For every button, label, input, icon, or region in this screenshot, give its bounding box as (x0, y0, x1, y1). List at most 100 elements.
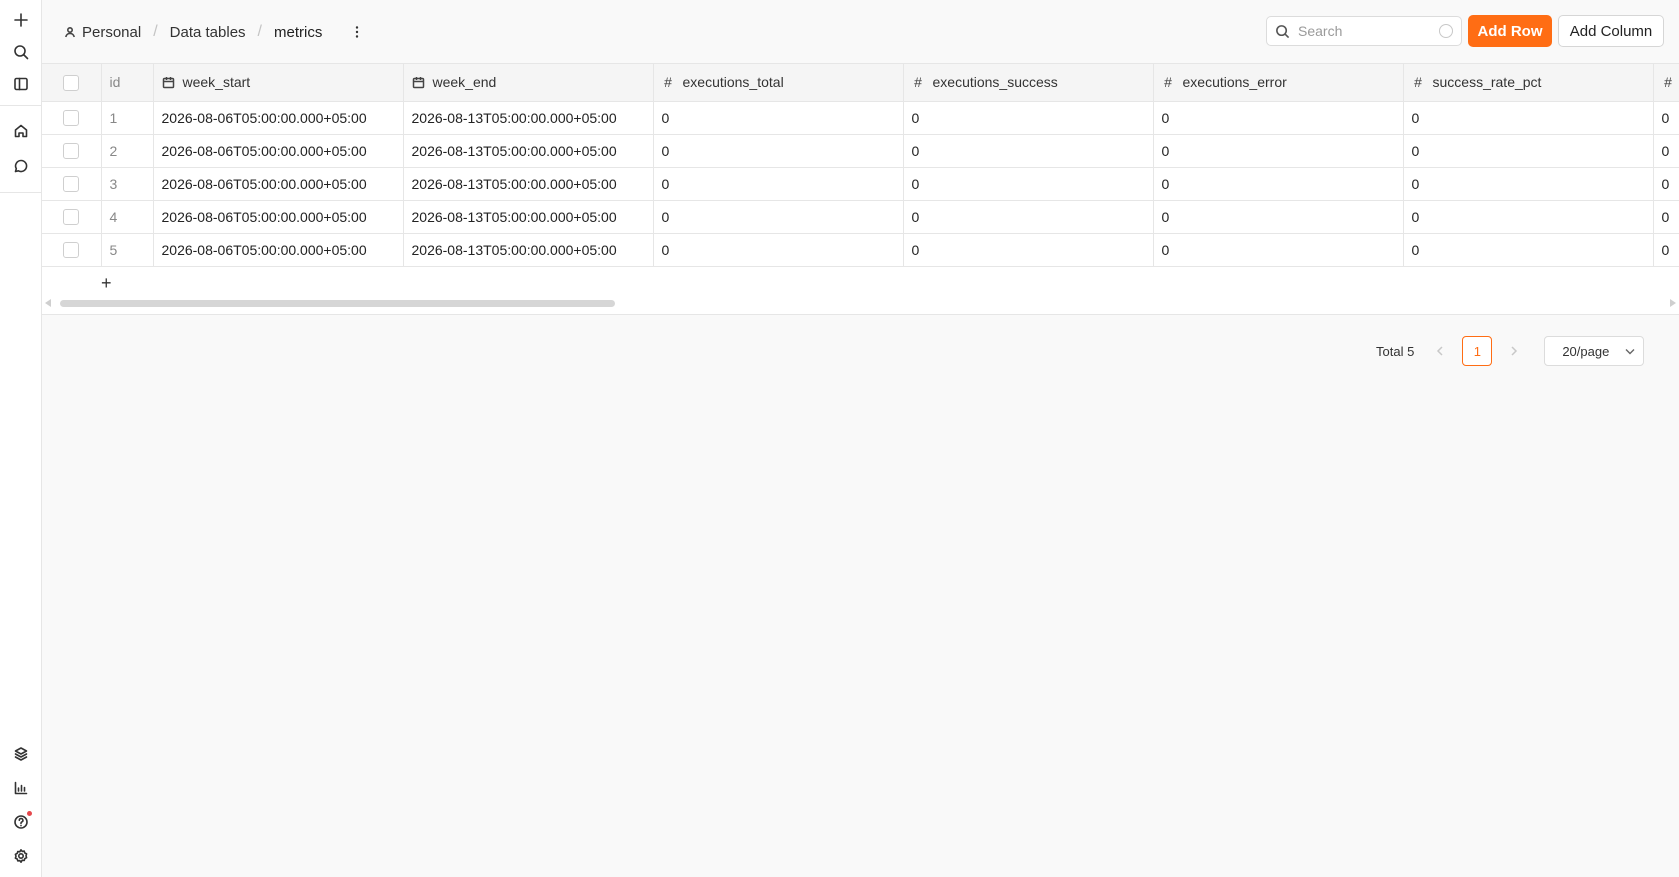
cell-extra[interactable]: 0 (1653, 167, 1679, 201)
column-header-executions-error[interactable]: # executions_error (1153, 64, 1404, 102)
cell-executions-success[interactable]: 0 (903, 233, 1154, 267)
cell-extra[interactable]: 0 (1653, 200, 1679, 234)
cell-week-start[interactable]: 2026-08-06T05:00:00.000+05:00 (153, 101, 404, 135)
column-header-week-end[interactable]: week_end (403, 64, 654, 102)
hash-icon: # (1164, 74, 1172, 91)
scroll-right-icon[interactable] (1670, 299, 1676, 307)
cell-extra[interactable]: 0 (1653, 134, 1679, 168)
sidebar-toggle-icon[interactable] (7, 70, 35, 98)
next-page-button[interactable] (1504, 341, 1524, 361)
cell-executions-total[interactable]: 0 (653, 200, 904, 234)
cell-executions-error[interactable]: 0 (1153, 101, 1404, 135)
cell-executions-total[interactable]: 0 (653, 233, 904, 267)
column-header-executions-total[interactable]: # executions_total (653, 64, 904, 102)
cell-executions-success[interactable]: 0 (903, 101, 1154, 135)
row-select-cell (42, 134, 102, 168)
page-number-current[interactable]: 1 (1462, 336, 1493, 366)
table-row[interactable]: 1 2026-08-06T05:00:00.000+05:00 2026-08-13… (42, 101, 1679, 135)
cell-id[interactable]: 4 (101, 200, 154, 234)
templates-icon[interactable] (7, 740, 35, 768)
cell-week-end[interactable]: 2026-08-13T05:00:00.000+05:00 (403, 101, 654, 135)
select-all-checkbox[interactable] (63, 74, 80, 91)
cell-week-end[interactable]: 2026-08-13T05:00:00.000+05:00 (403, 167, 654, 201)
row-checkbox[interactable] (63, 209, 80, 226)
breadcrumb-data-tables[interactable]: Data tables (170, 24, 246, 41)
hash-icon: # (1664, 74, 1672, 91)
cell-id[interactable]: 1 (101, 101, 154, 135)
cell-id[interactable]: 2 (101, 134, 154, 168)
cell-week-start[interactable]: 2026-08-06T05:00:00.000+05:00 (153, 233, 404, 267)
home-icon[interactable] (7, 117, 35, 145)
page-size-label: 20/page (1562, 343, 1610, 359)
cell-executions-total[interactable]: 0 (653, 167, 904, 201)
cell-executions-error[interactable]: 0 (1153, 134, 1404, 168)
horizontal-scrollbar[interactable] (42, 298, 1679, 308)
cell-week-start[interactable]: 2026-08-06T05:00:00.000+05:00 (153, 134, 404, 168)
clear-search-icon[interactable] (1439, 24, 1453, 38)
more-options-button[interactable] (348, 22, 366, 42)
row-select-cell (42, 200, 102, 234)
cell-id[interactable]: 3 (101, 167, 154, 201)
cell-success-rate-pct[interactable]: 0 (1403, 200, 1654, 234)
add-row-plus-icon[interactable]: + (50, 273, 112, 293)
cell-week-end[interactable]: 2026-08-13T05:00:00.000+05:00 (403, 134, 654, 168)
column-header-executions-success[interactable]: # executions_success (903, 64, 1154, 102)
cell-success-rate-pct[interactable]: 0 (1403, 167, 1654, 201)
column-header-id[interactable]: id (101, 64, 154, 102)
row-checkbox[interactable] (63, 242, 80, 259)
cell-id[interactable]: 5 (101, 233, 154, 267)
column-header-label: week_end (432, 74, 497, 91)
row-select-cell (42, 167, 102, 201)
cell-success-rate-pct[interactable]: 0 (1403, 134, 1654, 168)
column-header-week-start[interactable]: week_start (153, 64, 404, 102)
cell-week-end[interactable]: 2026-08-13T05:00:00.000+05:00 (403, 233, 654, 267)
cell-executions-error[interactable]: 0 (1153, 233, 1404, 267)
settings-icon[interactable] (7, 842, 35, 870)
search-icon[interactable] (7, 38, 35, 66)
insights-icon[interactable] (7, 774, 35, 802)
chevron-right-icon (1511, 346, 1518, 356)
plus-icon[interactable] (7, 6, 35, 34)
cell-extra[interactable]: 0 (1653, 101, 1679, 135)
column-header-next[interactable]: # (1653, 64, 1679, 102)
add-column-button[interactable]: Add Column (1558, 15, 1664, 47)
rail-divider (0, 192, 42, 193)
cell-week-end[interactable]: 2026-08-13T05:00:00.000+05:00 (403, 200, 654, 234)
scroll-left-icon[interactable] (45, 299, 51, 307)
hash-icon: # (664, 74, 672, 91)
breadcrumb: Personal / Data tables / metrics (64, 22, 366, 42)
cell-success-rate-pct[interactable]: 0 (1403, 101, 1654, 135)
table-row[interactable]: 4 2026-08-06T05:00:00.000+05:00 2026-08-13… (42, 200, 1679, 234)
page-size-select[interactable]: 20/page (1544, 336, 1645, 366)
table-row[interactable]: 5 2026-08-06T05:00:00.000+05:00 2026-08-13… (42, 233, 1679, 267)
cell-success-rate-pct[interactable]: 0 (1403, 233, 1654, 267)
kebab-icon (356, 26, 359, 38)
chat-icon[interactable] (7, 152, 35, 180)
cell-executions-error[interactable]: 0 (1153, 200, 1404, 234)
cell-executions-success[interactable]: 0 (903, 134, 1154, 168)
scrollbar-thumb[interactable] (60, 300, 615, 307)
column-header-label: week_start (182, 74, 251, 91)
cell-week-start[interactable]: 2026-08-06T05:00:00.000+05:00 (153, 200, 404, 234)
cell-executions-total[interactable]: 0 (653, 101, 904, 135)
cell-executions-total[interactable]: 0 (653, 134, 904, 168)
row-checkbox[interactable] (63, 143, 80, 160)
total-count: Total 5 (1376, 343, 1415, 359)
add-row-button[interactable]: Add Row (1468, 15, 1552, 47)
breadcrumb-separator: / (257, 23, 262, 40)
cell-executions-error[interactable]: 0 (1153, 167, 1404, 201)
table-row[interactable]: 2 2026-08-06T05:00:00.000+05:00 2026-08-13… (42, 134, 1679, 168)
cell-week-start[interactable]: 2026-08-06T05:00:00.000+05:00 (153, 167, 404, 201)
column-header-success-rate-pct[interactable]: # success_rate_pct (1403, 64, 1654, 102)
row-checkbox[interactable] (63, 110, 80, 127)
prev-page-button[interactable] (1430, 341, 1450, 361)
add-row-line: + (42, 266, 1679, 300)
cell-extra[interactable]: 0 (1653, 233, 1679, 267)
table-row[interactable]: 3 2026-08-06T05:00:00.000+05:00 2026-08-13… (42, 167, 1679, 201)
breadcrumb-personal[interactable]: Personal (64, 24, 141, 41)
cell-executions-success[interactable]: 0 (903, 167, 1154, 201)
help-icon[interactable] (7, 808, 35, 836)
cell-executions-success[interactable]: 0 (903, 200, 1154, 234)
search-input[interactable] (1298, 23, 1428, 39)
row-checkbox[interactable] (63, 176, 80, 193)
